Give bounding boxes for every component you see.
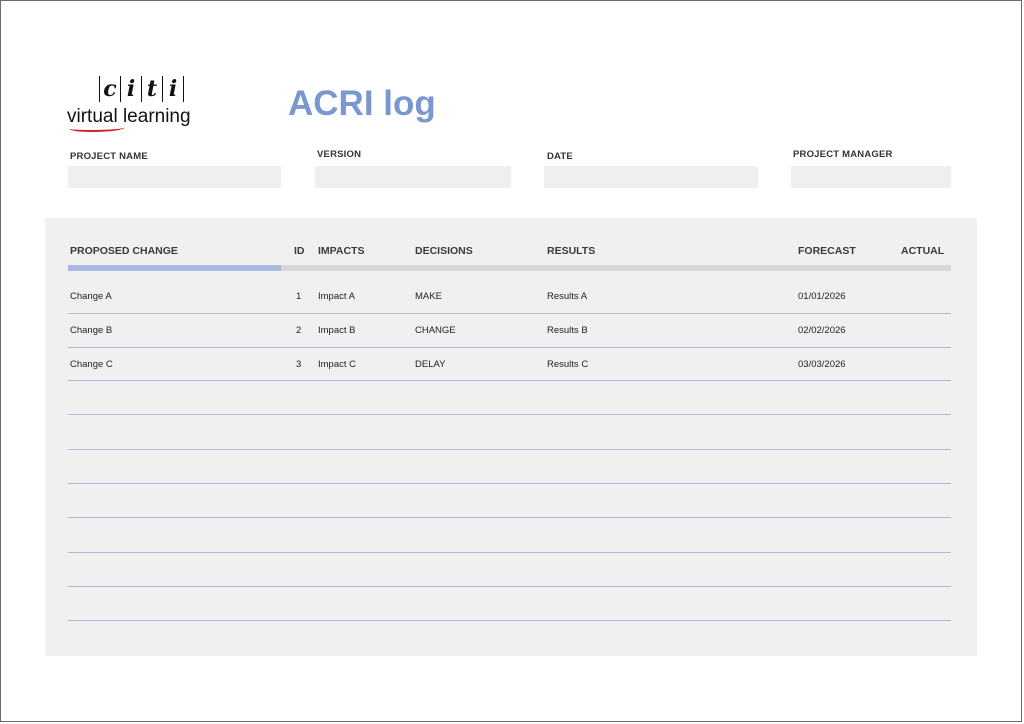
cell-change[interactable]: Change B (70, 325, 112, 336)
logo-letter: i (162, 76, 184, 102)
header-proposed-change: PROPOSED CHANGE (70, 245, 178, 257)
cell-impact[interactable]: Impact A (318, 291, 355, 302)
project-manager-label: PROJECT MANAGER (793, 149, 893, 160)
header-results: RESULTS (547, 245, 596, 257)
cell-id[interactable]: 1 (296, 291, 301, 302)
empty-row-divider (68, 483, 951, 484)
header-forecast: FORECAST (798, 245, 856, 257)
empty-row-divider (68, 552, 951, 553)
page-title: ACRI log (288, 84, 436, 123)
cell-decision[interactable]: CHANGE (415, 325, 456, 336)
project-name-label: PROJECT NAME (70, 151, 148, 162)
header-decisions: DECISIONS (415, 245, 473, 257)
cell-forecast[interactable]: 01/01/2026 (798, 291, 846, 302)
cell-forecast[interactable]: 02/02/2026 (798, 325, 846, 336)
citi-logo: c i t i virtual learning (67, 76, 217, 134)
row-divider (68, 347, 951, 348)
header-accent-bar (68, 265, 281, 271)
date-label: DATE (547, 151, 573, 162)
version-label: VERSION (317, 149, 362, 160)
cell-forecast[interactable]: 03/03/2026 (798, 359, 846, 370)
logo-letters: c i t i (99, 76, 184, 102)
cell-result[interactable]: Results C (547, 359, 588, 370)
cell-change[interactable]: Change A (70, 291, 112, 302)
cell-change[interactable]: Change C (70, 359, 113, 370)
cell-id[interactable]: 2 (296, 325, 301, 336)
row-divider (68, 313, 951, 314)
cell-impact[interactable]: Impact B (318, 325, 356, 336)
empty-row-divider (68, 620, 951, 621)
date-field[interactable] (544, 166, 758, 188)
empty-row-divider (68, 449, 951, 450)
logo-letter: c (99, 76, 120, 102)
header-impacts: IMPACTS (318, 245, 365, 257)
cell-result[interactable]: Results A (547, 291, 587, 302)
cell-decision[interactable]: DELAY (415, 359, 445, 370)
row-divider (68, 380, 951, 381)
logo-letter: t (141, 76, 162, 102)
empty-row-divider (68, 414, 951, 415)
log-table-panel (45, 218, 977, 656)
logo-letter: i (120, 76, 141, 102)
project-name-field[interactable] (68, 166, 281, 188)
cell-id[interactable]: 3 (296, 359, 301, 370)
cell-impact[interactable]: Impact C (318, 359, 356, 370)
cell-result[interactable]: Results B (547, 325, 588, 336)
logo-swoosh (69, 124, 125, 132)
header-id: ID (294, 245, 305, 257)
header-actual: ACTUAL (901, 245, 945, 257)
cell-decision[interactable]: MAKE (415, 291, 442, 302)
empty-row-divider (68, 517, 951, 518)
version-field[interactable] (315, 166, 511, 188)
empty-row-divider (68, 586, 951, 587)
project-manager-field[interactable] (791, 166, 951, 188)
